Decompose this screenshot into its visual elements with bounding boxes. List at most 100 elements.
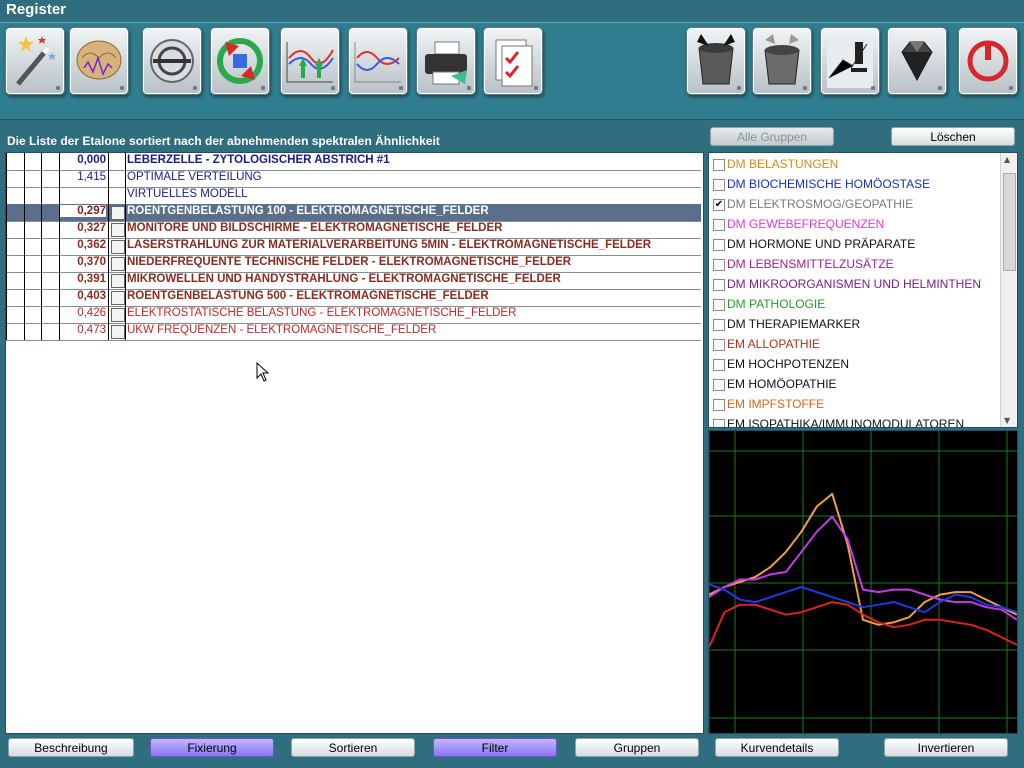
alle-gruppen-button[interactable]: Alle Gruppen [710, 127, 834, 146]
row-separator [108, 204, 109, 221]
bucket-out-button[interactable] [752, 27, 812, 95]
row-checkbox[interactable] [111, 240, 125, 254]
button-shade [1009, 86, 1013, 90]
row-cell [24, 221, 42, 238]
row-cell [24, 238, 42, 255]
recycle-button[interactable] [210, 27, 270, 95]
etalon-row[interactable]: 0,426 ELEKTROSTATISCHE BELASTUNG - ELEKTR… [6, 306, 701, 324]
wave-chart-button[interactable] [348, 27, 408, 95]
sortieren-button[interactable]: Sortieren [291, 738, 415, 757]
group-checkbox[interactable] [713, 399, 725, 411]
row-cell [42, 187, 60, 204]
button-shade [467, 86, 471, 90]
gem-button[interactable] [887, 27, 947, 95]
row-value: 0,473 [77, 324, 106, 336]
row-separator [108, 170, 109, 187]
group-checkbox[interactable] [713, 299, 725, 311]
bucket-in-button[interactable] [686, 27, 746, 95]
printer-button[interactable] [416, 27, 476, 95]
fixierung-button[interactable]: Fixierung [150, 738, 274, 757]
etalon-row[interactable]: 0,000 LEBERZELLE - ZYTOLOGISCHER ABSTRICH… [6, 153, 701, 171]
beschreibung-button[interactable]: Beschreibung [8, 738, 134, 757]
group-checkbox[interactable] [713, 419, 725, 427]
row-checkbox[interactable] [111, 291, 125, 305]
list-heading: Die Liste der Etalone sortiert nach der … [7, 134, 440, 148]
row-cell [42, 255, 60, 272]
group-checkbox[interactable] [713, 219, 725, 231]
group-checkbox[interactable] [713, 159, 725, 171]
row-separator [125, 323, 126, 340]
row-cell [24, 170, 42, 187]
power-icon [967, 40, 1009, 82]
etalon-row[interactable]: 0,362 LASERSTRAHLUNG ZUR MATERIALVERARBEI… [6, 238, 701, 256]
up-arrows-chart-icon [286, 42, 334, 83]
scroll-up-icon[interactable]: ▲ [1004, 155, 1013, 164]
row-checkbox[interactable] [111, 223, 125, 237]
row-value: 0,426 [77, 307, 106, 319]
invertieren-button[interactable]: Invertieren [884, 738, 1008, 757]
checklist-button[interactable] [483, 27, 543, 95]
row-separator [125, 221, 126, 238]
etalon-row[interactable]: 0,403 ROENTGENBELASTUNG 500 - ELEKTROMAGN… [6, 289, 701, 307]
gruppen-button[interactable]: Gruppen [575, 738, 699, 757]
etalon-row[interactable]: 1,415 OPTIMALE VERTEILUNG [6, 170, 701, 188]
curve-chart [708, 430, 1018, 734]
row-checkbox[interactable] [111, 274, 125, 288]
row-value: 0,403 [77, 290, 106, 302]
group-checkbox[interactable] [713, 339, 725, 351]
spiral-button[interactable] [142, 27, 202, 95]
scroll-thumb[interactable] [1003, 173, 1016, 271]
row-name: LASERSTRAHLUNG ZUR MATERIALVERARBEITUNG … [127, 239, 652, 251]
group-checkbox[interactable] [713, 179, 725, 191]
row-checkbox[interactable] [111, 308, 125, 322]
row-cell [42, 272, 60, 289]
brain-button[interactable] [69, 27, 129, 95]
button-shade [120, 86, 124, 90]
microscope-button[interactable] [820, 27, 880, 95]
etalon-row[interactable]: VIRTUELLES MODELL [6, 187, 701, 205]
gem-icon [901, 41, 933, 82]
up-arrows-chart-button[interactable] [280, 27, 340, 95]
row-checkbox[interactable] [111, 206, 125, 220]
etalon-row[interactable]: 0,391 MIKROWELLEN UND HANDYSTRAHLUNG - EL… [6, 272, 701, 290]
loeschen-button[interactable]: Löschen [891, 127, 1015, 146]
row-checkbox[interactable] [111, 257, 125, 271]
power-button[interactable] [958, 27, 1018, 95]
row-value: 0,362 [77, 239, 106, 251]
row-cell [6, 306, 25, 323]
group-checkbox[interactable] [713, 379, 725, 391]
magic-wand-button[interactable] [5, 27, 65, 95]
row-checkbox[interactable] [111, 325, 125, 339]
group-label: DM ELEKTROSMOG/GEOPATHIE [727, 197, 914, 211]
filter-button[interactable]: Filter [433, 738, 557, 757]
group-label: DM BIOCHEMISCHE HOMÖOSTASE [727, 177, 931, 191]
button-shade [871, 86, 875, 90]
group-scrollbar[interactable]: ▲ ▼ [1000, 153, 1017, 427]
row-name: MIKROWELLEN UND HANDYSTRAHLUNG - ELEKTRO… [127, 273, 561, 285]
row-cell [6, 187, 25, 204]
etalon-list[interactable]: 0,000 LEBERZELLE - ZYTOLOGISCHER ABSTRICH… [5, 152, 704, 734]
row-separator [108, 272, 109, 289]
row-cell [6, 289, 25, 306]
etalon-row[interactable]: 0,327 MONITORE UND BILDSCHIRME - ELEKTROM… [6, 221, 701, 239]
group-checkbox[interactable] [713, 259, 725, 271]
etalon-row[interactable]: 0,297 ROENTGENBELASTUNG 100 - ELEKTROMAGN… [6, 204, 701, 222]
etalon-row[interactable]: 0,370 NIEDERFREQUENTE TECHNISCHE FELDER -… [6, 255, 701, 273]
row-cell [24, 255, 42, 272]
group-checkbox[interactable]: ✔ [713, 199, 725, 211]
row-name: MONITORE UND BILDSCHIRME - ELEKTROMAGNET… [127, 222, 503, 234]
group-checkbox[interactable] [713, 279, 725, 291]
etalon-row[interactable]: 0,473 UKW FREQUENZEN - ELEKTROMAGNETISCHE… [6, 323, 701, 341]
bucket-out-icon [764, 34, 800, 85]
group-label: EM ISOPATHIKA/IMMUNOMODULATOREN [727, 417, 965, 428]
kurvendetails-button[interactable]: Kurvendetails [715, 738, 839, 757]
group-checkbox[interactable] [713, 359, 725, 371]
row-separator [125, 204, 126, 221]
magic-wand-icon [16, 36, 56, 86]
row-value: 0,297 [60, 205, 106, 217]
group-checkbox[interactable] [713, 319, 725, 331]
group-list[interactable]: DM BELASTUNGEN DM BIOCHEMISCHE HOMÖOSTASE… [708, 152, 1018, 428]
scroll-down-icon[interactable]: ▼ [1004, 416, 1013, 425]
group-checkbox[interactable] [713, 239, 725, 251]
group-label: EM ALLOPATHIE [727, 337, 820, 351]
